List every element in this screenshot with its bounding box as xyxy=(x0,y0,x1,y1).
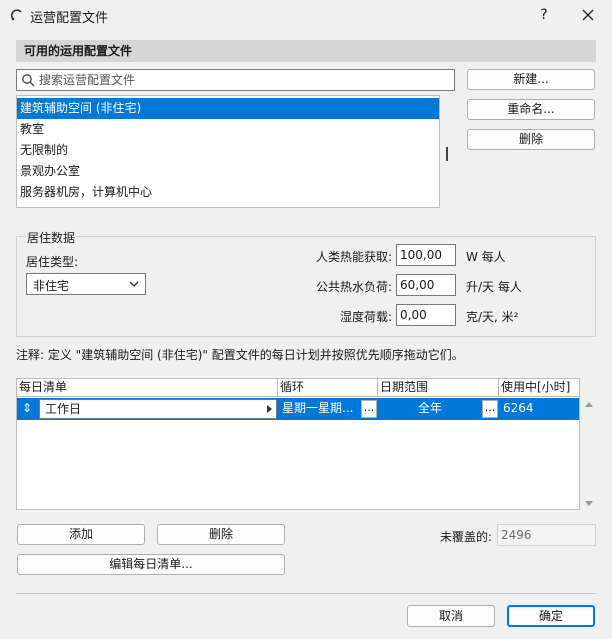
column-header-hours[interactable]: 使用中[小时] xyxy=(499,379,579,397)
humidity-unit: 克/天, 米² xyxy=(466,310,519,324)
help-button[interactable]: ? xyxy=(532,4,556,26)
profiles-header: 可用的运用配置文件 xyxy=(16,40,596,62)
occupancy-group-title: 居住数据 xyxy=(26,229,77,246)
human-heat-label: 人类热能获取: xyxy=(316,250,393,264)
app-icon xyxy=(10,9,22,21)
scroll-up-icon xyxy=(585,402,593,407)
chevron-right-icon xyxy=(267,405,272,413)
close-button[interactable] xyxy=(574,4,602,26)
note-text: 注释: 定义 "建筑辅助空间 (非住宅)" 配置文件的每日计划并按照优先顺序拖动… xyxy=(16,348,464,362)
human-heat-input[interactable]: 100,00 xyxy=(396,244,456,266)
table-scrollbar[interactable] xyxy=(582,378,596,510)
cycle-more-button[interactable]: ... xyxy=(361,400,377,418)
occupancy-type-value: 非住宅 xyxy=(33,279,70,293)
range-cell[interactable]: 全年 xyxy=(380,398,480,420)
close-icon xyxy=(582,9,594,21)
humidity-label: 湿度荷载: xyxy=(340,310,393,324)
table-row[interactable]: ⇕ 工作日 星期一星期... ... 全年 ... 6264 xyxy=(17,398,579,420)
human-heat-unit: W 每人 xyxy=(466,250,506,264)
new-profile-button[interactable]: 新建... xyxy=(467,69,595,90)
occupancy-type-label: 居住类型: xyxy=(26,255,79,269)
list-item[interactable]: 建筑辅助空间 (非住宅) xyxy=(17,98,439,119)
list-item[interactable]: 无限制的 xyxy=(17,140,439,161)
delete-profile-button[interactable]: 删除 xyxy=(467,129,595,150)
drag-handle-icon[interactable]: ⇕ xyxy=(17,398,37,420)
rename-profile-button[interactable]: 重命名... xyxy=(467,99,595,120)
column-header-daily[interactable]: 每日清单 xyxy=(17,379,278,397)
hot-water-label: 公共热水负荷: xyxy=(316,280,393,294)
list-scrollbar[interactable] xyxy=(446,147,448,161)
search-input[interactable] xyxy=(39,71,449,89)
occupancy-type-select[interactable]: 非住宅 xyxy=(26,273,146,295)
cycle-cell[interactable]: 星期一星期... xyxy=(280,398,360,420)
add-daily-button[interactable]: 添加 xyxy=(17,524,145,545)
search-box[interactable] xyxy=(16,69,455,91)
chevron-down-icon xyxy=(129,281,139,287)
humidity-input[interactable]: 0,00 xyxy=(396,304,456,326)
hot-water-unit: 升/天 每人 xyxy=(466,280,522,294)
hot-water-input[interactable]: 60,00 xyxy=(396,274,456,296)
ok-button[interactable]: 确定 xyxy=(507,605,595,627)
range-more-button[interactable]: ... xyxy=(482,400,498,418)
scroll-down-icon xyxy=(585,501,593,506)
daily-name-value: 工作日 xyxy=(45,402,82,416)
list-item[interactable]: 教室 xyxy=(17,119,439,140)
hours-cell: 6264 xyxy=(503,401,534,415)
uncovered-label: 未覆盖的: xyxy=(440,530,493,544)
schedule-table[interactable]: 每日清单 循环 日期范围 使用中[小时] ⇕ 工作日 星期一星期... ... … xyxy=(16,378,580,510)
title-bar: 运营配置文件 ? xyxy=(0,0,612,30)
profile-list[interactable]: 建筑辅助空间 (非住宅) 教室 无限制的 景观办公室 服务器机房，计算机中心 xyxy=(16,95,440,208)
window-title: 运营配置文件 xyxy=(30,11,109,26)
list-item[interactable]: 景观办公室 xyxy=(17,161,439,182)
edit-daily-button[interactable]: 编辑每日清单... xyxy=(17,554,285,575)
uncovered-value: 2496 xyxy=(497,524,596,546)
list-item[interactable]: 服务器机房，计算机中心 xyxy=(17,182,439,203)
search-icon xyxy=(22,74,35,87)
daily-name-field[interactable]: 工作日 xyxy=(39,399,277,419)
column-header-cycle[interactable]: 循环 xyxy=(278,379,378,397)
delete-daily-button[interactable]: 删除 xyxy=(157,524,285,545)
cancel-button[interactable]: 取消 xyxy=(407,605,495,627)
column-header-range[interactable]: 日期范围 xyxy=(378,379,499,397)
divider xyxy=(16,593,596,594)
